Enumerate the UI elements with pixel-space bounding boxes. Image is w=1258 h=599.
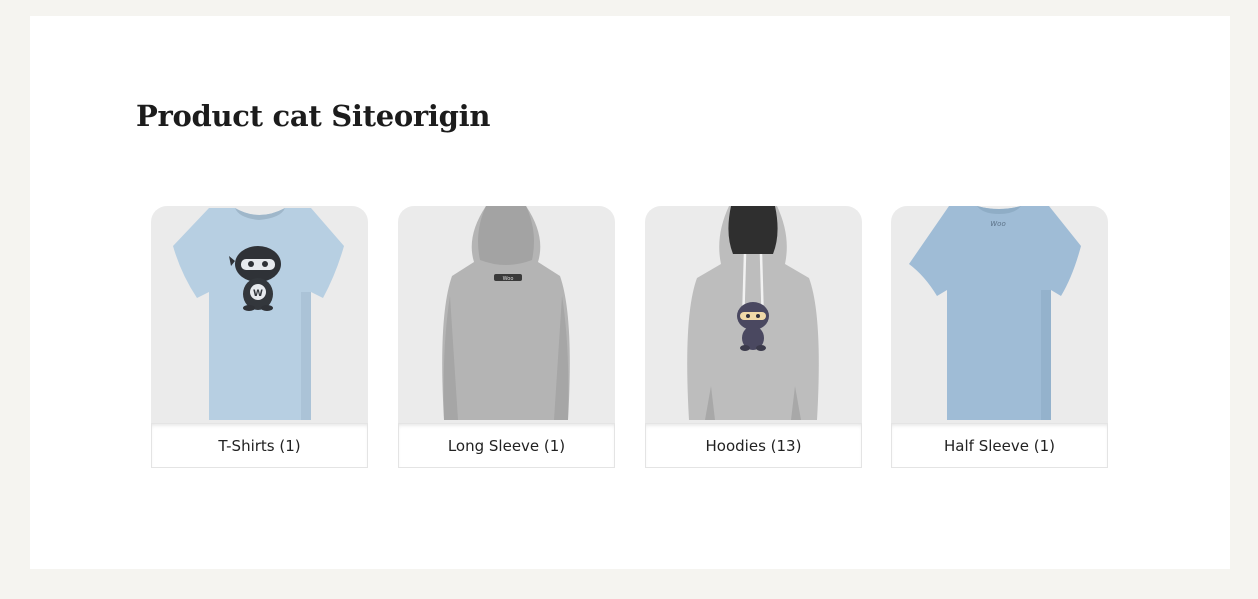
category-label[interactable]: Hoodies (13) [645, 423, 862, 468]
category-label[interactable]: Long Sleeve (1) [398, 423, 615, 468]
t-shirt-ninja-icon: W [173, 208, 344, 420]
category-label[interactable]: Half Sleeve (1) [891, 423, 1108, 468]
category-card-t-shirts[interactable]: W T-Shirts (1) [151, 206, 368, 468]
category-card-half-sleeve[interactable]: Woo Half Sleeve (1) [891, 206, 1108, 468]
category-thumbnail[interactable]: Woo [398, 206, 615, 423]
svg-text:W: W [253, 289, 263, 299]
category-thumbnail[interactable]: Woo [891, 206, 1108, 423]
category-thumbnail[interactable]: W [151, 206, 368, 423]
category-card-long-sleeve[interactable]: Woo Long Sleeve (1) [398, 206, 615, 468]
hoodie-ninja-icon [687, 206, 819, 420]
logo-text: Woo [503, 276, 514, 282]
logo-text: Woo [990, 220, 1006, 228]
page-title: Product cat Siteorigin [136, 99, 491, 133]
hoodie-back-icon: Woo [442, 206, 570, 420]
category-label[interactable]: T-Shirts (1) [151, 423, 368, 468]
category-thumbnail[interactable] [645, 206, 862, 423]
category-card-hoodies[interactable]: Hoodies (13) [645, 206, 862, 468]
t-shirt-back-icon: Woo [909, 206, 1081, 420]
content-panel: Product cat Siteorigin W T-Shirts (1) Wo… [30, 16, 1230, 569]
